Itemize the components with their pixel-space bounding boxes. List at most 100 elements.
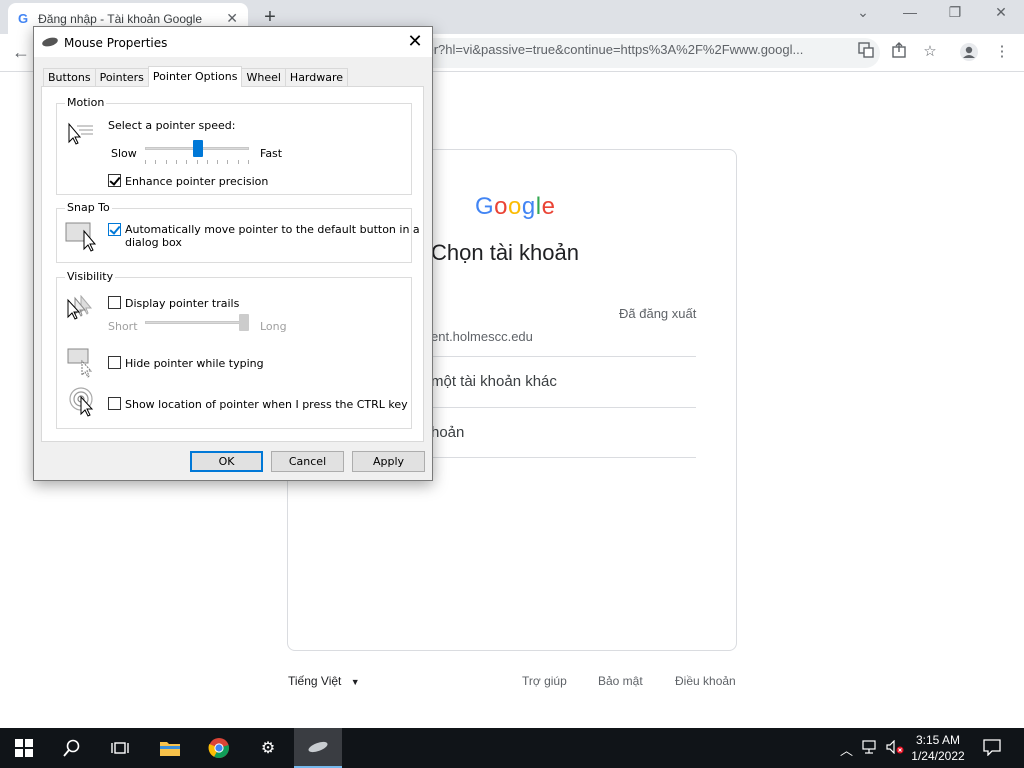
show-location-icon: [69, 387, 94, 417]
account-status: Đã đăng xuất: [619, 306, 697, 321]
tab-pointer-options[interactable]: Pointer Options: [147, 66, 243, 87]
tab-wheel[interactable]: Wheel: [241, 68, 286, 87]
tab-hardware[interactable]: Hardware: [284, 68, 349, 87]
snap-to-group: Snap To Automatically move pointer to th…: [56, 201, 420, 263]
slider-tick: [248, 160, 249, 164]
apply-button[interactable]: Apply: [352, 451, 425, 472]
slider-tick: [155, 160, 157, 164]
help-link[interactable]: Trợ giúp: [522, 674, 567, 688]
clock-date: 1/24/2022: [911, 749, 965, 763]
notification-icon[interactable]: [983, 738, 1001, 759]
hide-pointer-label: Hide pointer while typing: [125, 357, 264, 370]
slider-tick: [175, 160, 177, 164]
slider-tick: [186, 160, 188, 164]
show-location-label: Show location of pointer when I press th…: [125, 398, 408, 411]
dialog-tabs: Buttons Pointers Pointer Options Wheel H…: [43, 66, 349, 87]
bookmark-star-icon[interactable]: ☆: [919, 42, 941, 60]
system-clock[interactable]: 3:15 AM 1/24/2022: [906, 732, 970, 764]
long-label: Long: [260, 320, 287, 333]
network-icon[interactable]: [862, 740, 878, 757]
terms-link[interactable]: Điều khoản: [675, 674, 736, 688]
tab-close-icon[interactable]: ✕: [226, 10, 238, 27]
pointer-trails-checkbox[interactable]: [108, 296, 121, 309]
clock-time: 3:15 AM: [915, 733, 961, 747]
enhance-precision-checkbox[interactable]: [108, 174, 121, 187]
google-favicon-icon: G: [18, 11, 29, 26]
motion-group-label: Motion: [65, 96, 107, 109]
language-selector[interactable]: Tiếng Việt ▼: [288, 674, 360, 688]
pointer-trails-icon: [67, 295, 93, 320]
tab-buttons[interactable]: Buttons: [43, 68, 96, 87]
cancel-button[interactable]: Cancel: [271, 451, 344, 472]
trails-slider-track: [145, 321, 249, 324]
show-hidden-icons-chevron-icon[interactable]: ︿: [840, 740, 853, 759]
use-another-account-option[interactable]: một tài khoản khác: [431, 373, 557, 390]
enhance-precision-label: Enhance pointer precision: [125, 175, 269, 188]
visibility-group: Visibility Display pointer trails Short …: [56, 270, 412, 429]
google-logo-letter: o: [494, 193, 509, 220]
snap-to-icon: [65, 222, 97, 252]
language-label: Tiếng Việt: [288, 674, 342, 688]
restore-button[interactable]: ❐: [935, 4, 975, 26]
slider-tick: [145, 160, 146, 164]
speed-label: Select a pointer speed:: [108, 119, 236, 132]
tab-search-icon[interactable]: ⌄: [843, 4, 883, 26]
back-arrow-icon[interactable]: ←: [12, 42, 30, 63]
pointer-options-panel: Motion Select a pointer speed: Slow Fast…: [41, 86, 424, 442]
mouse-properties-dialog: Mouse Properties ✕ Buttons Pointers Poin…: [33, 26, 433, 481]
fast-label: Fast: [260, 147, 283, 160]
search-icon[interactable]: [48, 728, 96, 768]
ok-button[interactable]: OK: [190, 451, 263, 472]
profile-avatar-icon[interactable]: [958, 42, 980, 66]
snap-to-label-line1: Automatically move pointer to the defaul…: [125, 223, 420, 236]
google-logo-letter: o: [508, 193, 522, 220]
speed-slider-ticks: [145, 160, 249, 165]
dialog-titlebar[interactable]: Mouse Properties ✕: [34, 27, 432, 57]
chrome-icon[interactable]: [195, 728, 243, 768]
google-logo-letter: g: [521, 193, 536, 220]
slider-tick: [237, 160, 239, 164]
slow-label: Slow: [111, 147, 137, 160]
pointer-speed-icon: [68, 122, 93, 145]
trails-slider-thumb: [239, 314, 249, 331]
start-windows-icon[interactable]: [0, 728, 48, 768]
mouse-properties-taskbar-icon[interactable]: [294, 728, 342, 768]
dialog-title: Mouse Properties: [64, 36, 168, 50]
hide-pointer-icon: [67, 348, 93, 378]
slider-tick: [206, 160, 208, 164]
share-icon[interactable]: [888, 42, 910, 62]
google-logo: Google: [475, 193, 555, 221]
slider-tick: [165, 160, 167, 164]
taskbar: ⚙ ︿ 3:15 AM 1/24/2022: [0, 728, 1024, 768]
page-title: Chọn tài khoản: [431, 240, 579, 265]
chrome-menu-icon[interactable]: ⋮: [991, 42, 1013, 60]
pointer-trails-label: Display pointer trails: [125, 297, 240, 310]
privacy-link[interactable]: Bảo mật: [598, 674, 643, 688]
google-logo-letter: e: [541, 193, 556, 220]
file-explorer-icon[interactable]: [146, 728, 194, 768]
slider-tick: [227, 160, 229, 164]
motion-group: Motion Select a pointer speed: Slow Fast…: [56, 96, 412, 195]
translate-icon[interactable]: [855, 42, 877, 62]
address-url[interactable]: ser?hl=vi&passive=true&continue=https%3A…: [420, 42, 820, 57]
speed-slider-thumb[interactable]: [193, 140, 203, 157]
snap-to-label-line2: dialog box: [125, 236, 182, 249]
task-view-icon[interactable]: [96, 728, 144, 768]
minimize-button[interactable]: —: [890, 4, 930, 26]
show-location-checkbox[interactable]: [108, 397, 121, 410]
account-email[interactable]: ent.holmescc.edu: [431, 329, 533, 344]
mouse-icon: [41, 36, 59, 48]
remove-account-option[interactable]: hoản: [431, 424, 464, 441]
tab-title: Đăng nhập - Tài khoản Google: [38, 11, 203, 26]
volume-muted-icon[interactable]: [886, 739, 904, 757]
tab-pointers[interactable]: Pointers: [94, 68, 149, 87]
close-icon[interactable]: ✕: [404, 31, 426, 53]
google-logo-letter: G: [475, 193, 495, 220]
close-window-button[interactable]: ✕: [981, 4, 1021, 26]
settings-gear-icon[interactable]: ⚙: [244, 728, 292, 768]
hide-pointer-checkbox[interactable]: [108, 356, 121, 369]
dropdown-caret-icon: ▼: [350, 677, 360, 687]
snap-to-checkbox[interactable]: [108, 223, 121, 236]
slider-tick: [196, 160, 198, 164]
short-label: Short: [108, 320, 138, 333]
